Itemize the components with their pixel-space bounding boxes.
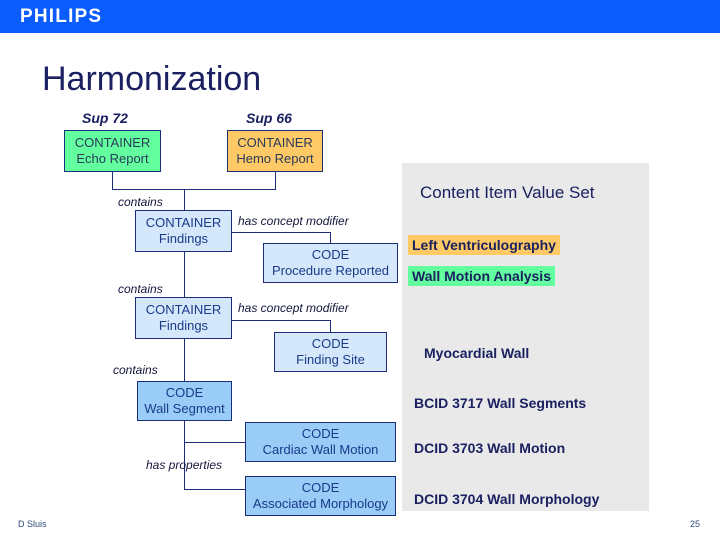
node-code-cardiac-wall-motion: CODE Cardiac Wall Motion	[245, 422, 396, 462]
connector-findings1-to-procedure-v	[330, 232, 331, 243]
connector-hemo-down	[275, 172, 276, 189]
edge-label-contains-2: contains	[118, 282, 163, 296]
connector-spine-top	[184, 189, 185, 210]
node-type-label: CODE	[311, 247, 350, 262]
node-container-hemo-report: CONTAINER Hemo Report	[227, 130, 323, 172]
connector-wallsegment-to-cardiac-motion	[184, 442, 245, 443]
node-type-label: CONTAINER	[145, 215, 222, 230]
edge-label-contains-3: contains	[113, 363, 158, 377]
connector-merge-bus	[112, 189, 276, 190]
node-name-label: Wall Segment	[144, 401, 225, 416]
node-type-label: CONTAINER	[74, 135, 151, 150]
node-name-label: Finding Site	[296, 352, 365, 367]
connector-spine-findings2-wallsegment	[184, 339, 185, 381]
node-code-procedure-reported: CODE Procedure Reported	[263, 243, 398, 283]
connector-findings2-to-site-h	[232, 320, 330, 321]
connector-wallsegment-properties-spine	[184, 421, 185, 489]
node-name-label: Findings	[158, 231, 209, 246]
connector-spine-findings1-findings2	[184, 252, 185, 297]
node-type-label: CODE	[301, 426, 340, 441]
connector-echo-down	[112, 172, 113, 189]
node-code-wall-segment: CODE Wall Segment	[137, 381, 232, 421]
edge-label-contains-1: contains	[118, 195, 163, 209]
node-name-label: Associated Morphology	[252, 496, 389, 511]
node-container-findings-2: CONTAINER Findings	[135, 297, 232, 339]
node-code-finding-site: CODE Finding Site	[274, 332, 387, 372]
node-container-echo-report: CONTAINER Echo Report	[64, 130, 161, 172]
edge-label-has-concept-modifier-1: has concept modifier	[238, 214, 349, 228]
node-name-label: Hemo Report	[236, 151, 314, 166]
node-type-label: CODE	[301, 480, 340, 495]
node-name-label: Echo Report	[76, 151, 149, 166]
node-code-associated-morphology: CODE Associated Morphology	[245, 476, 396, 516]
sup-label-66: Sup 66	[246, 110, 292, 126]
connector-wallsegment-to-assoc-morphology	[184, 489, 245, 490]
footer-page-number: 25	[690, 519, 701, 529]
node-name-label: Procedure Reported	[271, 263, 390, 278]
node-type-label: CONTAINER	[145, 302, 222, 317]
edge-label-has-concept-modifier-2: has concept modifier	[238, 301, 349, 315]
node-name-label: Cardiac Wall Motion	[262, 442, 379, 457]
node-type-label: CODE	[311, 336, 350, 351]
node-type-label: CODE	[165, 385, 204, 400]
harmonization-diagram: Sup 72 Sup 66 CONTAINER Echo Report CONT…	[0, 0, 720, 540]
footer-author: D Sluis	[18, 519, 47, 529]
connector-findings2-to-site-v	[330, 320, 331, 332]
node-container-findings-1: CONTAINER Findings	[135, 210, 232, 252]
node-name-label: Findings	[158, 318, 209, 333]
node-type-label: CONTAINER	[237, 135, 313, 150]
sup-label-72: Sup 72	[82, 110, 128, 126]
connector-findings1-to-procedure-h	[232, 232, 330, 233]
edge-label-has-properties: has properties	[146, 458, 223, 472]
